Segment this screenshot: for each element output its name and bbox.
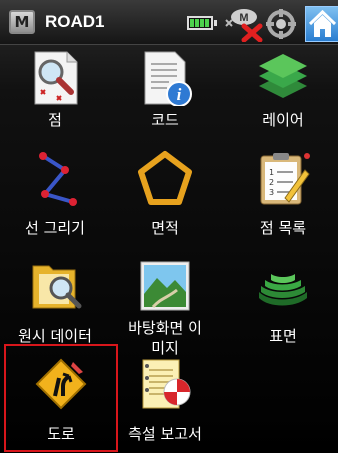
menu-item-label: 면적 <box>151 219 179 237</box>
menu-item-label: 표면 <box>269 327 297 345</box>
job-title: ROAD1 <box>45 12 105 31</box>
menu-item-draw-line[interactable]: 선 그리기 <box>0 144 110 244</box>
menu-item-stakeout-report[interactable]: 측설 보고서 <box>110 350 220 450</box>
menu-button[interactable]: M <box>9 10 35 34</box>
menu-item-layers[interactable]: 레이어 <box>228 44 338 144</box>
area-icon <box>138 151 192 205</box>
menu-item-label: 코드 <box>151 111 179 129</box>
svg-text:i: i <box>177 85 182 104</box>
menu-item-raw-data[interactable]: 원시 데이터 <box>0 252 110 352</box>
status-bar: M ROAD1 M <box>0 0 338 45</box>
surface-icon <box>259 274 307 306</box>
menu-item-label: 원시 데이터 <box>18 327 92 345</box>
menu-item-point-list[interactable]: 1 2 3 점 목록 <box>228 144 338 244</box>
draw-line-icon <box>39 152 77 206</box>
raw-data-icon <box>32 265 82 309</box>
svg-text:2: 2 <box>269 178 274 187</box>
home-button[interactable] <box>305 6 338 42</box>
menu-item-surface[interactable]: 표면 <box>228 252 338 352</box>
satellite-disconnected-icon[interactable]: M <box>222 6 264 42</box>
sat-letter: M <box>239 12 248 24</box>
menu-item-points[interactable]: 점 <box>0 44 110 144</box>
menu-item-label-line1: 바탕화면 이 <box>128 319 202 337</box>
menu-item-label: 측설 보고서 <box>128 425 202 443</box>
menu-item-label: 점 목록 <box>259 219 307 237</box>
svg-text:1: 1 <box>269 168 274 177</box>
gps-receiver-icon[interactable] <box>266 9 296 39</box>
menu-item-area[interactable]: 면적 <box>110 144 220 244</box>
menu-item-label: 선 그리기 <box>25 219 85 237</box>
menu-item-label: 점 <box>48 111 62 129</box>
codes-icon: i <box>144 51 192 106</box>
battery-icon <box>187 16 217 30</box>
menu-item-background-image[interactable]: 바탕화면 이 미지 <box>110 252 220 357</box>
points-icon <box>34 51 78 105</box>
selection-highlight <box>4 344 118 452</box>
background-image-icon <box>140 261 190 311</box>
menu-item-label: 레이어 <box>262 111 304 129</box>
svg-text:3: 3 <box>269 188 274 197</box>
point-list-icon: 1 2 3 <box>260 153 310 205</box>
layers-icon <box>259 54 307 98</box>
menu-item-codes[interactable]: i 코드 <box>110 44 220 144</box>
stakeout-report-icon <box>142 359 191 409</box>
home-icon <box>308 9 337 37</box>
